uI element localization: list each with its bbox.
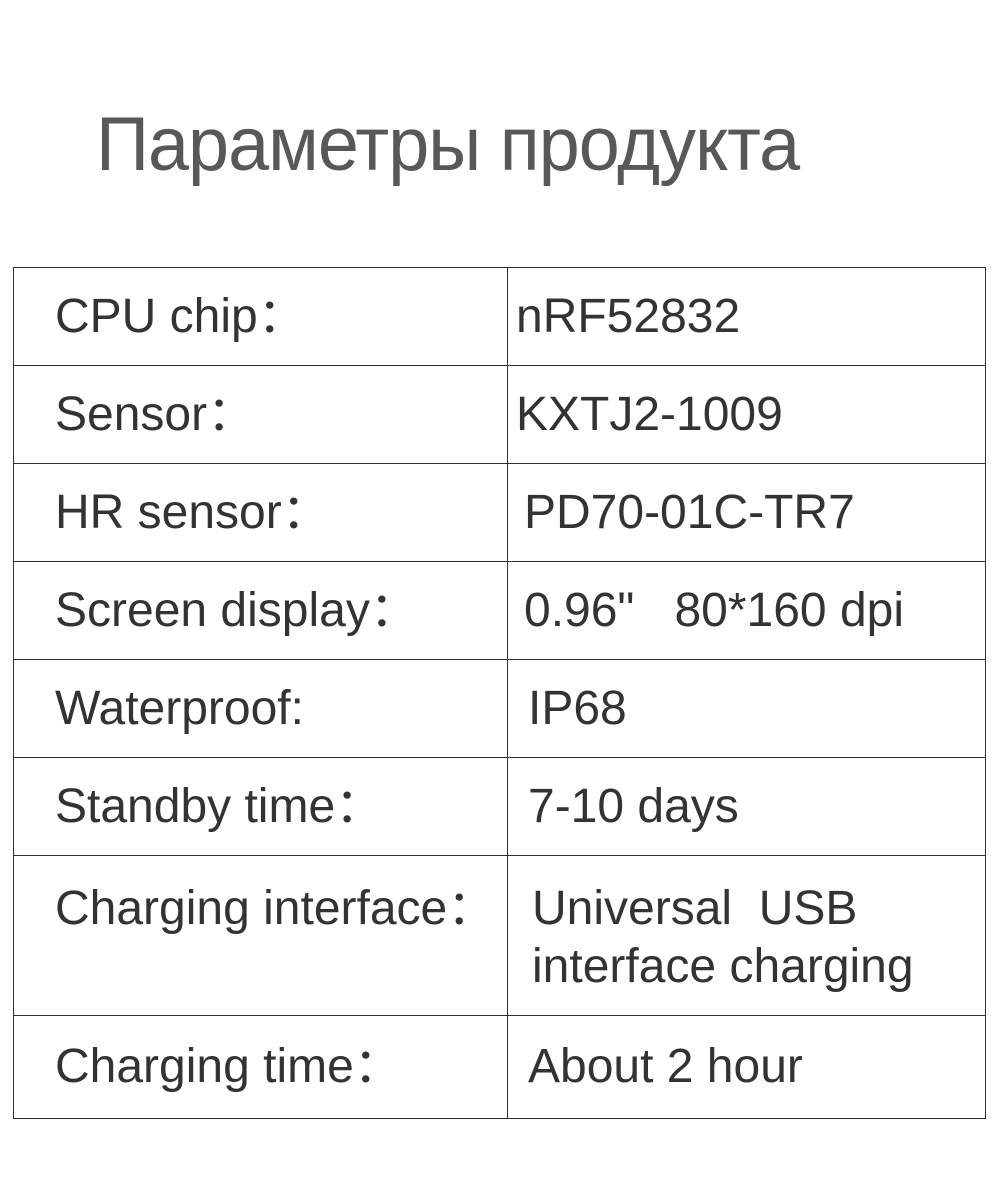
spec-row-waterproof: Waterproof: IP68 (13, 659, 986, 758)
spec-value: 7-10 days (507, 757, 986, 856)
spec-label: Standby time： (13, 757, 508, 856)
page-title: Параметры продукта (96, 102, 800, 187)
spec-table: CPU chip： nRF52832 Sensor： KXTJ2-1009 HR… (13, 267, 986, 1119)
spec-row-cpu-chip: CPU chip： nRF52832 (13, 267, 986, 366)
spec-value-line-2: interface charging (532, 940, 914, 993)
spec-row-sensor: Sensor： KXTJ2-1009 (13, 365, 986, 464)
spec-value: KXTJ2-1009 (507, 365, 986, 464)
spec-value: PD70-01C-TR7 (507, 463, 986, 562)
spec-value-line-1: Universal USB (532, 882, 858, 935)
spec-label: Screen display： (13, 561, 508, 660)
spec-row-hr-sensor: HR sensor： PD70-01C-TR7 (13, 463, 986, 562)
spec-value: Universal USB interface charging (507, 855, 986, 1016)
spec-row-standby-time: Standby time： 7-10 days (13, 757, 986, 856)
spec-row-charging-interface: Charging interface： Universal USB interf… (13, 855, 986, 1016)
spec-row-charging-time: Charging time： About 2 hour (13, 1015, 986, 1119)
spec-value: nRF52832 (507, 267, 986, 366)
spec-value: 0.96" 80*160 dpi (507, 561, 986, 660)
spec-label: CPU chip： (13, 267, 508, 366)
spec-label: HR sensor： (13, 463, 508, 562)
spec-label: Waterproof: (13, 659, 508, 758)
spec-value: About 2 hour (507, 1015, 986, 1119)
spec-label: Sensor： (13, 365, 508, 464)
spec-row-screen-display: Screen display： 0.96" 80*160 dpi (13, 561, 986, 660)
spec-value: IP68 (507, 659, 986, 758)
spec-label: Charging time： (13, 1015, 508, 1119)
spec-label: Charging interface： (13, 855, 508, 1016)
